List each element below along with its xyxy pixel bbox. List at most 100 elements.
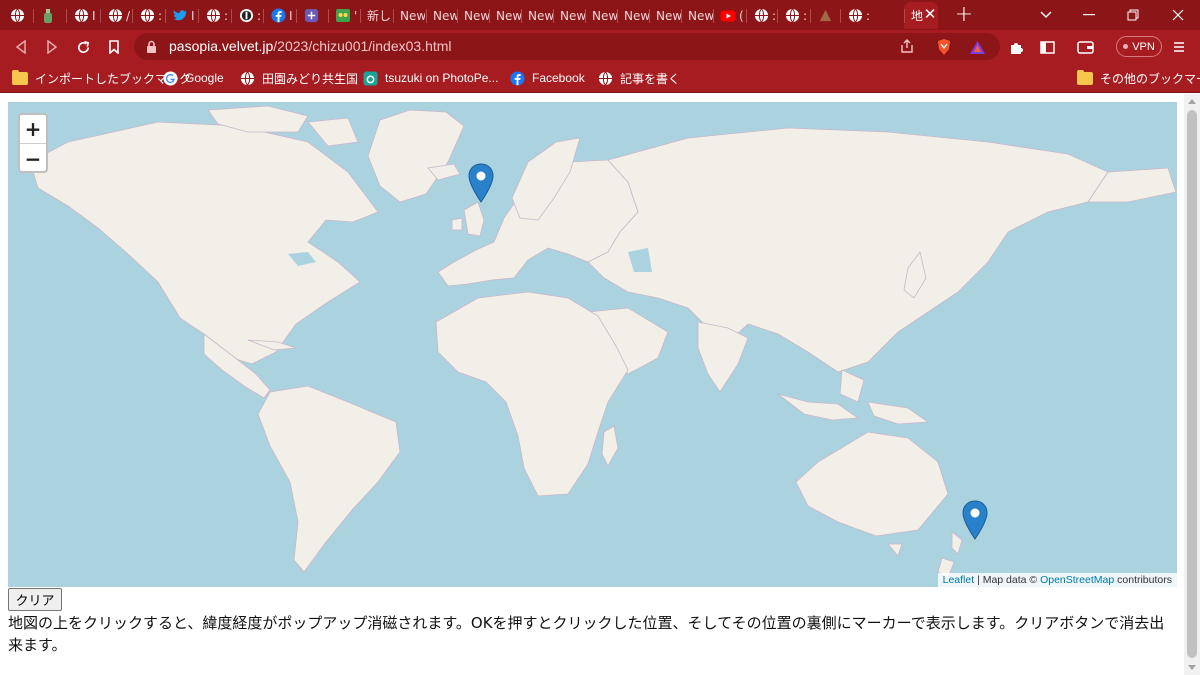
zoom-in-button[interactable]: + <box>20 115 46 144</box>
bookmark-label: Google <box>185 71 224 85</box>
tab-strip: I /: I:: I ' 新しい New New New New New New New New New Ne… <box>0 0 1200 30</box>
browser-tab[interactable]: ' <box>328 2 360 29</box>
other-bookmarks[interactable]: その他のブックマーク <box>1077 69 1200 87</box>
back-button[interactable] <box>9 35 33 59</box>
globe-icon <box>784 8 800 24</box>
facebook-icon <box>509 70 525 86</box>
bookmark-item[interactable]: Google <box>162 69 224 87</box>
browser-tab[interactable]: New <box>617 2 649 29</box>
browser-tab[interactable] <box>810 2 842 29</box>
marker-uk[interactable] <box>468 163 494 203</box>
sidebar-icon[interactable] <box>1034 34 1060 60</box>
tab-title: : <box>158 8 163 23</box>
address-bar[interactable]: pasopia.velvet.jp/2023/chizu001/index03.… <box>134 33 1000 60</box>
browser-tab[interactable] <box>296 2 328 29</box>
browser-tab[interactable]: : <box>777 2 809 29</box>
tab-search-icon[interactable] <box>1024 0 1068 30</box>
brave-rewards-icon[interactable] <box>964 34 990 60</box>
scroll-down-icon[interactable] <box>1188 665 1196 670</box>
new-tab-button[interactable]: + <box>952 2 976 27</box>
tab-title: I <box>191 8 195 23</box>
browser-tab[interactable]: I <box>165 2 197 29</box>
scroll-up-icon[interactable] <box>1188 99 1196 104</box>
menu-icon[interactable] <box>1166 34 1192 60</box>
toolbar: pasopia.velvet.jp/2023/chizu001/index03.… <box>0 30 1200 63</box>
tab-title: New <box>624 8 649 23</box>
twitter-icon <box>172 8 188 24</box>
browser-tab[interactable]: 新しい <box>360 2 392 29</box>
bookmark-item[interactable]: tsuzuki on PhotoPe... <box>362 69 498 87</box>
green-app-icon <box>335 8 351 24</box>
reload-button[interactable] <box>71 35 95 59</box>
browser-tab[interactable]: ( <box>713 2 745 29</box>
bookmark-item[interactable]: 田園みどり共生国 <box>239 69 358 87</box>
browser-tab[interactable]: New <box>585 2 617 29</box>
browser-tab[interactable]: New <box>649 2 681 29</box>
bookmark-label: Facebook <box>532 71 585 85</box>
bookmark-label: 記事を書く <box>620 71 681 86</box>
vpn-label: VPN <box>1132 40 1155 53</box>
zoom-out-button[interactable]: − <box>20 144 46 171</box>
browser-tab[interactable]: New <box>457 2 489 29</box>
browser-tab[interactable]: I <box>66 2 98 29</box>
bottle-icon <box>40 8 56 24</box>
clear-button[interactable]: クリア <box>8 588 62 611</box>
browser-tab[interactable]: New <box>393 2 425 29</box>
google-icon <box>162 70 178 86</box>
browser-tab[interactable]: New <box>426 2 458 29</box>
browser-tab[interactable]: : <box>231 2 263 29</box>
minimize-icon[interactable] <box>1067 0 1111 30</box>
tab-title: New <box>560 8 585 23</box>
browser-tab[interactable]: New <box>521 2 553 29</box>
tab-title: New <box>656 8 681 23</box>
wallet-icon[interactable] <box>1072 34 1098 60</box>
facebook-icon <box>270 8 286 24</box>
browser-tab[interactable]: : <box>840 2 872 29</box>
vpn-button[interactable]: VPN <box>1116 36 1162 57</box>
tab-title: ' <box>354 8 358 23</box>
browser-tab[interactable]: / <box>100 2 132 29</box>
browser-tab[interactable]: New <box>681 2 713 29</box>
tab-title: : <box>224 8 229 23</box>
brave-shield-icon[interactable] <box>931 34 957 60</box>
page-description: 地図の上をクリックすると、緯度経度がポップアップ消磁されます。OKを押すとクリッ… <box>8 614 1165 654</box>
tab-title: New <box>496 8 521 23</box>
leaflet-link[interactable]: Leaflet <box>943 574 975 586</box>
globe-icon <box>847 8 863 24</box>
globe-icon <box>107 8 123 24</box>
tab-title: New <box>592 8 617 23</box>
browser-tab[interactable]: : <box>746 2 778 29</box>
globe-icon <box>205 8 221 24</box>
globe-icon <box>9 8 25 24</box>
bookmark-label: tsuzuki on PhotoPe... <box>385 71 499 85</box>
browser-tab[interactable]: : <box>132 2 164 29</box>
bookmark-item[interactable]: Facebook <box>509 69 585 87</box>
bookmarks-bar: インポートしたブックマーク Google 田園みどり共生国 tsuzuki on Ph… <box>0 63 1200 93</box>
bookmark-icon[interactable] <box>102 35 126 59</box>
share-icon[interactable] <box>894 33 920 59</box>
photopea-icon <box>362 70 378 86</box>
browser-tab[interactable]: : <box>198 2 230 29</box>
browser-tab[interactable] <box>2 2 34 29</box>
bookmark-label: 田園みどり共生国 <box>262 71 359 86</box>
forward-button[interactable] <box>40 35 64 59</box>
map-attribution: Leaflet | Map data © OpenStreetMap contr… <box>937 573 1177 587</box>
browser-tab[interactable]: I <box>263 2 295 29</box>
extensions-icon[interactable] <box>1003 34 1029 60</box>
browser-tab[interactable] <box>33 2 65 29</box>
zoom-control: + − <box>18 113 48 173</box>
tab-title: New <box>433 8 458 23</box>
close-tab-icon[interactable]: ✕ <box>920 4 940 24</box>
close-window-icon[interactable] <box>1156 0 1200 30</box>
scroll-thumb[interactable] <box>1187 110 1197 658</box>
browser-tab[interactable]: New <box>489 2 521 29</box>
page-scrollbar[interactable] <box>1184 94 1200 675</box>
osm-link[interactable]: OpenStreetMap <box>1040 574 1114 586</box>
brown-app-icon <box>817 8 833 24</box>
bookmark-item[interactable]: 記事を書く <box>597 69 680 87</box>
leaflet-map[interactable]: + − Leaflet | Map data © OpenStreetMap c… <box>8 102 1177 587</box>
marker-nz[interactable] <box>962 500 988 540</box>
onepassword-icon <box>238 8 254 24</box>
browser-tab[interactable]: New <box>553 2 585 29</box>
restore-icon[interactable] <box>1111 0 1155 30</box>
